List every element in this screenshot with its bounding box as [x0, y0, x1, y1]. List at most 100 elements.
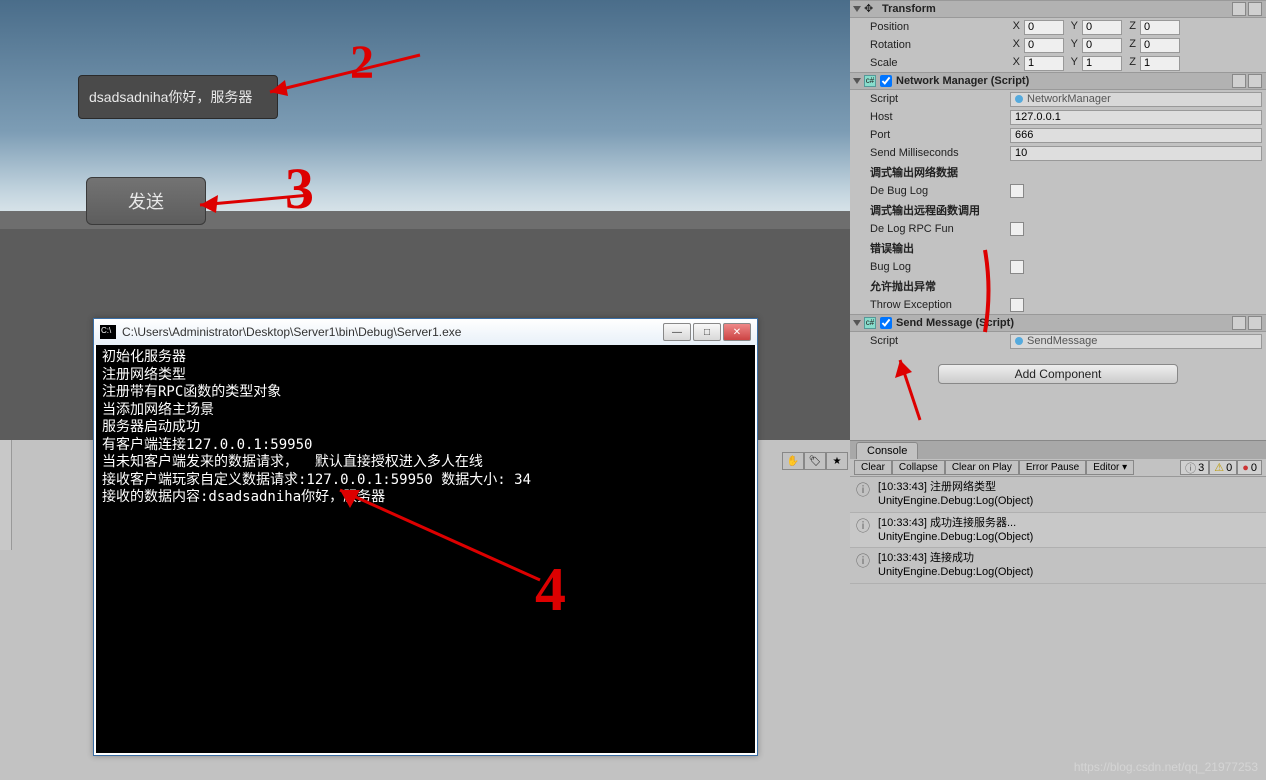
error-count[interactable]: 0 — [1237, 460, 1262, 475]
close-button[interactable]: ✕ — [723, 323, 751, 341]
info-count[interactable]: 3 — [1180, 460, 1209, 475]
scl-x[interactable] — [1024, 56, 1064, 71]
pos-y[interactable] — [1082, 20, 1122, 35]
script-label: Script — [870, 93, 1010, 105]
log-entry[interactable]: [10:33:43] 成功连接服务器...UnityEngine.Debug:L… — [850, 513, 1266, 549]
info-icon — [856, 551, 872, 580]
foldout-icon[interactable] — [853, 78, 861, 84]
send-message-header[interactable]: c# Send Message (Script) — [850, 314, 1266, 332]
window-title: C:\Users\Administrator\Desktop\Server1\b… — [122, 325, 461, 339]
host-input[interactable] — [1010, 110, 1262, 125]
tag-tool-icon[interactable]: 🏷 — [804, 452, 826, 470]
console-tabbar: Console — [850, 441, 1266, 459]
rot-y[interactable] — [1082, 38, 1122, 53]
window-titlebar[interactable]: C:\Users\Administrator\Desktop\Server1\b… — [94, 319, 757, 345]
scale-label: Scale — [870, 57, 1010, 69]
help-icon[interactable] — [1232, 2, 1246, 16]
warn-icon — [1214, 461, 1224, 474]
annotation-2: 2 — [350, 35, 374, 90]
component-enable-checkbox[interactable] — [880, 75, 892, 87]
annotation-3: 3 — [285, 155, 314, 222]
send-message-title: Send Message (Script) — [896, 317, 1014, 329]
info-icon — [1185, 460, 1196, 476]
clear-on-play-button[interactable]: Clear on Play — [945, 460, 1019, 475]
send-ms-input[interactable] — [1010, 146, 1262, 161]
collapse-button[interactable]: Collapse — [892, 460, 945, 475]
log-list: [10:33:43] 注册网络类型UnityEngine.Debug:Log(O… — [850, 477, 1266, 584]
minimize-button[interactable]: — — [663, 323, 691, 341]
console-toolbar: Clear Collapse Clear on Play Error Pause… — [850, 459, 1266, 477]
watermark: https://blog.csdn.net/qq_21977253 — [1074, 760, 1258, 774]
rotation-label: Rotation — [870, 39, 1010, 51]
star-tool-icon[interactable]: ★ — [826, 452, 848, 470]
server-console-window: C:\Users\Administrator\Desktop\Server1\b… — [93, 318, 758, 756]
throw-exception-checkbox[interactable] — [1010, 298, 1024, 312]
rot-x[interactable] — [1024, 38, 1064, 53]
transform-icon: ✥ — [864, 2, 878, 16]
help-icon[interactable] — [1232, 74, 1246, 88]
cmd-icon — [100, 325, 116, 339]
debug-rpc-checkbox[interactable] — [1010, 222, 1024, 236]
help-icon[interactable] — [1232, 316, 1246, 330]
log-text: [10:33:43] 注册网络类型UnityEngine.Debug:Log(O… — [878, 480, 1033, 509]
csharp-script-icon: c# — [864, 317, 876, 329]
rot-z[interactable] — [1140, 38, 1180, 53]
foldout-icon[interactable] — [853, 6, 861, 12]
add-component-button[interactable]: Add Component — [938, 364, 1178, 384]
transform-header[interactable]: ✥ Transform — [850, 0, 1266, 18]
settings-icon[interactable] — [1248, 74, 1262, 88]
y-label: Y — [1068, 20, 1078, 35]
csharp-script-icon: c# — [864, 75, 876, 87]
editor-dropdown[interactable]: Editor ▾ — [1086, 460, 1134, 475]
message-input[interactable]: dsadsadniha你好，服务器 — [78, 75, 278, 119]
log-text: [10:33:43] 连接成功UnityEngine.Debug:Log(Obj… — [878, 551, 1033, 580]
throw-exception-label: Throw Exception — [870, 299, 1010, 311]
settings-icon[interactable] — [1248, 316, 1262, 330]
console-panel: Console Clear Collapse Clear on Play Err… — [850, 440, 1266, 780]
error-icon — [1242, 462, 1249, 474]
send-button[interactable]: 发送 — [86, 177, 206, 225]
log-entry[interactable]: [10:33:43] 连接成功UnityEngine.Debug:Log(Obj… — [850, 548, 1266, 584]
object-icon — [1015, 337, 1023, 345]
maximize-button[interactable]: □ — [693, 323, 721, 341]
host-label: Host — [870, 111, 1010, 123]
panel-edge — [0, 440, 12, 550]
inspector-panel: ✥ Transform Position XYZ Rotation XYZ Sc… — [850, 0, 1266, 440]
log-text: [10:33:43] 成功连接服务器...UnityEngine.Debug:L… — [878, 516, 1033, 545]
rotation-row: Rotation XYZ — [850, 36, 1266, 54]
scl-y[interactable] — [1082, 56, 1122, 71]
port-input[interactable] — [1010, 128, 1262, 143]
script-field[interactable]: NetworkManager — [1010, 92, 1262, 107]
error-pause-button[interactable]: Error Pause — [1019, 460, 1086, 475]
group-error: 错误输出 — [850, 238, 1266, 258]
hand-tool-icon[interactable]: ✋ — [782, 452, 804, 470]
clear-button[interactable]: Clear — [854, 460, 892, 475]
network-manager-header[interactable]: c# Network Manager (Script) — [850, 72, 1266, 90]
message-input-text: dsadsadniha你好，服务器 — [89, 87, 252, 107]
log-entry[interactable]: [10:33:43] 注册网络类型UnityEngine.Debug:Log(O… — [850, 477, 1266, 513]
info-icon — [856, 516, 872, 545]
debug-log-label: De Bug Log — [870, 185, 1010, 197]
settings-icon[interactable] — [1248, 2, 1262, 16]
x-label: X — [1010, 20, 1020, 35]
tab-console[interactable]: Console — [856, 442, 918, 459]
pos-z[interactable] — [1140, 20, 1180, 35]
send-button-label: 发送 — [128, 188, 164, 214]
script-field[interactable]: SendMessage — [1010, 334, 1262, 349]
script-label: Script — [870, 335, 1010, 347]
debug-log-checkbox[interactable] — [1010, 184, 1024, 198]
pos-x[interactable] — [1024, 20, 1064, 35]
port-label: Port — [870, 129, 1010, 141]
component-enable-checkbox[interactable] — [880, 317, 892, 329]
send-ms-label: Send Milliseconds — [870, 147, 1010, 159]
group-throw: 允许抛出异常 — [850, 276, 1266, 296]
scl-z[interactable] — [1140, 56, 1180, 71]
bug-log-checkbox[interactable] — [1010, 260, 1024, 274]
group-debug-net: 调式输出网络数据 — [850, 162, 1266, 182]
position-row: Position XYZ — [850, 18, 1266, 36]
warn-count[interactable]: 0 — [1209, 460, 1237, 475]
z-label: Z — [1126, 20, 1136, 35]
foldout-icon[interactable] — [853, 320, 861, 326]
transform-title: Transform — [882, 3, 936, 15]
console-output: 初始化服务器 注册网络类型 注册带有RPC函数的类型对象 当添加网络主场景 服务… — [96, 345, 755, 753]
